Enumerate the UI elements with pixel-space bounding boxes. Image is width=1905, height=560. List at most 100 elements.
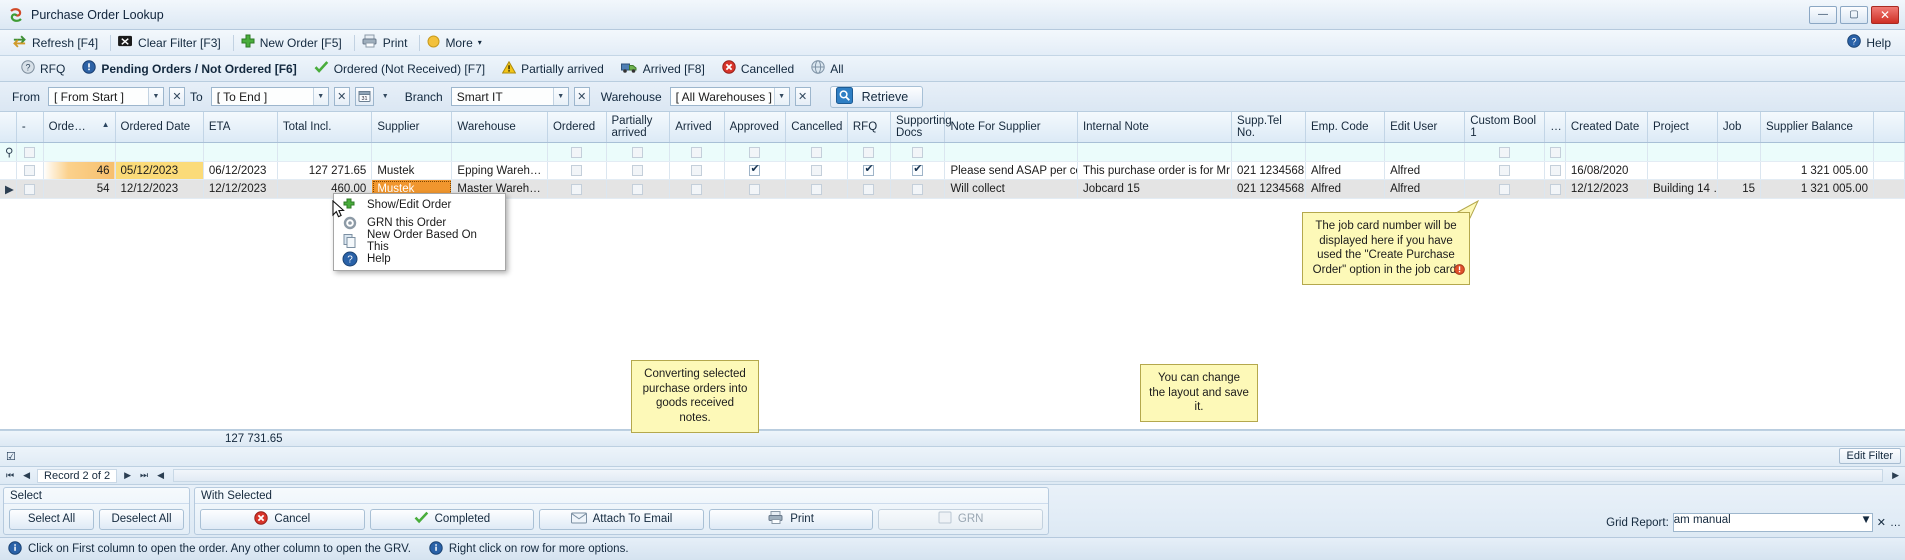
checkbox[interactable]: [24, 165, 36, 177]
checkbox[interactable]: [1499, 165, 1511, 177]
column-header-emp_code[interactable]: Emp. Code: [1305, 112, 1386, 144]
cell-job[interactable]: [1717, 161, 1761, 181]
cell-ordered[interactable]: [547, 161, 607, 181]
checkbox[interactable]: [24, 146, 36, 158]
checkbox[interactable]: [749, 146, 761, 158]
checkbox[interactable]: [912, 183, 924, 195]
cell-edit_user[interactable]: Alfred: [1384, 161, 1466, 181]
cell-custom1[interactable]: [1464, 161, 1546, 181]
filter-cell-internal[interactable]: [1077, 142, 1233, 163]
cell-arrived[interactable]: [669, 161, 725, 181]
checkbox[interactable]: [1550, 146, 1562, 158]
print-button[interactable]: Print: [358, 32, 417, 53]
cell-emp_code[interactable]: Alfred: [1305, 179, 1386, 200]
filter-cell-ordered_date[interactable]: [115, 142, 204, 163]
cell-edit_user[interactable]: Alfred: [1384, 179, 1466, 200]
filter-cell-supp_docs[interactable]: [890, 142, 946, 163]
cell-extra[interactable]: [1873, 179, 1905, 200]
checkbox[interactable]: [811, 146, 823, 158]
filter-cell-approved[interactable]: [724, 142, 787, 163]
checkbox[interactable]: [1550, 183, 1562, 195]
calendar-icon[interactable]: 31: [354, 87, 374, 106]
calendar-dropdown-button[interactable]: ▼: [379, 87, 392, 106]
checkbox[interactable]: [863, 183, 875, 195]
filter-cell-dots[interactable]: [1544, 142, 1566, 163]
warehouse-combo[interactable]: [ All Warehouses ] ▼: [669, 87, 790, 106]
cell-rfq[interactable]: [847, 179, 892, 200]
filter-cell-supp_bal[interactable]: [1760, 142, 1874, 163]
cell-order_no[interactable]: 54: [43, 179, 116, 200]
to-date-combo[interactable]: [ To End ] ▼: [210, 87, 329, 106]
column-header-rfq[interactable]: RFQ: [847, 112, 892, 144]
column-header-mark[interactable]: [0, 112, 17, 144]
next-record-button[interactable]: ▶: [122, 470, 133, 481]
column-header-job[interactable]: Job: [1717, 112, 1761, 144]
cell-custom1[interactable]: [1464, 179, 1546, 200]
column-header-eta[interactable]: ETA: [203, 112, 278, 144]
row-context-menu[interactable]: Show/Edit Order GRN this Order New Order B…: [333, 193, 506, 271]
column-header-supp_tel[interactable]: Supp.Tel No.: [1231, 112, 1306, 144]
cell-order_no[interactable]: 46: [43, 161, 116, 181]
checkbox[interactable]: [1550, 165, 1562, 177]
cell-total_incl[interactable]: 127 271.65: [277, 161, 373, 181]
filter-cell-supp_tel[interactable]: [1231, 142, 1306, 163]
filter-cell-extra[interactable]: [1873, 142, 1905, 163]
cell-note_supp[interactable]: Will collect: [944, 179, 1078, 200]
column-header-ordered_date[interactable]: Ordered Date: [115, 112, 204, 144]
scroll-left-button[interactable]: ◀: [155, 470, 166, 481]
cell-supp_docs[interactable]: [890, 161, 946, 181]
cell-warehouse[interactable]: Epping Wareh…: [451, 161, 548, 181]
column-header-note_supp[interactable]: Note For Supplier: [944, 112, 1078, 144]
filter-cell-cancelled[interactable]: [785, 142, 848, 163]
clear-warehouse-button[interactable]: ✕: [794, 87, 811, 106]
cancel-button[interactable]: Cancel: [200, 508, 365, 530]
last-record-button[interactable]: ⏭: [138, 470, 150, 481]
filter-cell-note_supp[interactable]: [944, 142, 1078, 163]
completed-button[interactable]: Completed: [369, 508, 535, 530]
cell-created[interactable]: 12/12/2023: [1565, 179, 1649, 200]
orders-grid[interactable]: - Orde… ▲ Ordered Date ETA Total Incl. Supplie…: [0, 112, 1905, 430]
grid-report-clear-button[interactable]: ✕: [1877, 516, 1886, 529]
cell-internal[interactable]: This purchase order is for Mr XYZ.: [1077, 161, 1233, 181]
grid-report-more-button[interactable]: …: [1890, 517, 1901, 529]
filter-cell-warehouse[interactable]: [451, 142, 548, 163]
column-header-supp_docs[interactable]: Supporting Docs: [890, 112, 952, 144]
column-header-internal[interactable]: Internal Note: [1077, 112, 1233, 144]
cell-dots[interactable]: [1544, 161, 1566, 181]
cell-ordered[interactable]: [547, 179, 607, 200]
column-header-approved[interactable]: Approved: [724, 112, 787, 144]
cell-ordered_date[interactable]: 12/12/2023: [115, 179, 204, 200]
cell-partially[interactable]: [606, 179, 671, 200]
checkbox[interactable]: [691, 165, 703, 177]
filter-cell-eta[interactable]: [203, 142, 278, 163]
cell-created[interactable]: 16/08/2020: [1565, 161, 1649, 181]
checkbox[interactable]: [691, 183, 703, 195]
attach-to-email-button[interactable]: Attach To Email: [539, 508, 704, 530]
column-header-dots[interactable]: …: [1544, 112, 1566, 144]
filter-cell-partially[interactable]: [606, 142, 671, 163]
more-button[interactable]: More ▾: [423, 33, 490, 53]
grid-report-combo[interactable]: am manual ▼: [1672, 513, 1873, 532]
clear-filter-button[interactable]: Clear Filter [F3]: [114, 33, 230, 53]
cell-extra[interactable]: [1873, 161, 1905, 181]
cell-project[interactable]: Building 14 …: [1647, 179, 1718, 200]
clear-branch-button[interactable]: ✕: [573, 87, 590, 106]
column-header-edit_user[interactable]: Edit User: [1384, 112, 1466, 144]
cell-emp_code[interactable]: Alfred: [1305, 161, 1386, 181]
deselect-all-button[interactable]: Deselect All: [99, 508, 184, 530]
scroll-right-button[interactable]: ▶: [1890, 470, 1901, 481]
filter-cell-project[interactable]: [1647, 142, 1718, 163]
cell-project[interactable]: [1647, 161, 1718, 181]
checkbox[interactable]: [912, 162, 924, 177]
status-tab-cancelled[interactable]: Cancelled: [715, 58, 801, 79]
print-selected-button[interactable]: Print: [708, 508, 874, 530]
cell-supplier[interactable]: Mustek: [371, 161, 453, 181]
column-header-supplier[interactable]: Supplier: [371, 112, 453, 144]
column-header-extra[interactable]: [1873, 112, 1905, 144]
filter-cell-job[interactable]: [1717, 142, 1761, 163]
status-tab-arrived[interactable]: Arrived [F8]: [614, 59, 712, 79]
from-date-combo[interactable]: [ From Start ] ▼: [48, 87, 164, 106]
context-menu-item-new-order-based-on-this[interactable]: New Order Based On This: [334, 229, 505, 253]
status-tab-pending[interactable]: Pending Orders / Not Ordered [F6]: [75, 58, 303, 79]
chevron-down-icon[interactable]: ▼: [1860, 514, 1871, 531]
